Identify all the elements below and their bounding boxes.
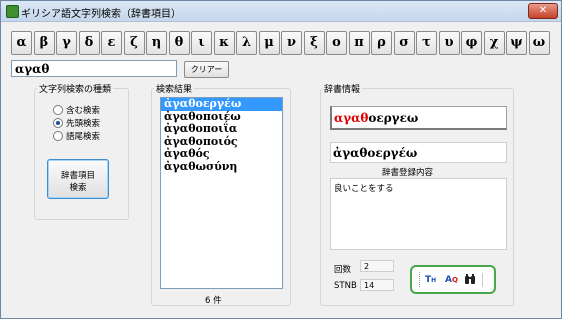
count-label: 回数 — [334, 265, 352, 275]
results-list[interactable]: ἀγαθοεργέω ἀγαθοποιέω ἀγαθοποιΐα ἀγαθοπο… — [160, 97, 283, 289]
list-item[interactable]: ἀγαθοποιΐα — [161, 122, 282, 136]
greek-key-lambda[interactable]: λ — [236, 31, 257, 55]
greek-key-pi[interactable]: π — [348, 31, 370, 55]
greek-key-tau[interactable]: τ — [416, 31, 437, 55]
close-button[interactable]: ✕ — [528, 3, 558, 19]
tool-palette: TH AQ — [410, 265, 496, 294]
greek-key-gamma[interactable]: γ — [56, 31, 77, 55]
greek-key-epsilon[interactable]: ε — [101, 31, 122, 55]
greek-key-mu[interactable]: μ — [258, 31, 280, 55]
greek-key-chi[interactable]: χ — [483, 31, 505, 55]
dictionary-label: 辞書情報 — [322, 82, 363, 95]
radio-contains-label: 含む検索 — [66, 106, 101, 116]
greek-key-alpha[interactable]: α — [11, 31, 32, 55]
title-bar: ギリシア語文字列検索（辞書項目） ✕ — [1, 1, 561, 22]
app-window: ギリシア語文字列検索（辞書項目） ✕ α β γ δ ε ζ η θ ι κ λ… — [0, 0, 562, 319]
greek-key-beta[interactable]: β — [33, 31, 55, 55]
binoculars-icon[interactable] — [464, 274, 476, 287]
window-title: ギリシア語文字列検索（辞書項目） — [21, 9, 181, 20]
search-type-label: 文字列検索の種類 — [37, 82, 114, 95]
result-count: 6 件 — [205, 296, 222, 306]
toolbar-separator — [482, 273, 484, 287]
greek-key-zeta[interactable]: ζ — [123, 31, 145, 55]
content-label: 辞書登録内容 — [382, 168, 434, 178]
greek-key-phi[interactable]: φ — [461, 31, 482, 55]
greek-keyboard: α β γ δ ε ζ η θ ι κ λ μ ν ξ ο π ρ σ τ υ … — [11, 31, 553, 57]
content-field: 良いことをする — [330, 178, 507, 250]
greek-form-text: ἀγαθοεργέω — [333, 146, 418, 160]
greek-key-upsilon[interactable]: υ — [438, 31, 460, 55]
greek-key-theta[interactable]: θ — [168, 31, 190, 55]
list-item[interactable]: ἀγαθός — [161, 147, 282, 161]
stnb-value: 14 — [360, 279, 394, 291]
clear-button[interactable]: クリアー — [184, 61, 229, 78]
th-icon[interactable]: TH — [425, 274, 436, 287]
greek-key-iota[interactable]: ι — [191, 31, 212, 55]
radio-contains-button[interactable] — [53, 105, 63, 115]
greek-key-psi[interactable]: ψ — [506, 31, 527, 55]
greek-key-xi[interactable]: ξ — [303, 31, 325, 55]
greek-key-eta[interactable]: η — [146, 31, 167, 55]
greek-key-sigma[interactable]: σ — [393, 31, 415, 55]
greek-key-kappa[interactable]: κ — [213, 31, 235, 55]
radio-suffix-label: 語尾検索 — [66, 132, 101, 142]
headword-field: αγαθοεργεω — [330, 106, 507, 130]
headword-text: αγαθοεργεω — [334, 111, 418, 125]
results-label: 検索結果 — [154, 82, 195, 95]
toolbar-grip — [419, 272, 421, 287]
search-button-line2: 検索 — [69, 183, 87, 193]
greek-form-field: ἀγαθοεργέω — [330, 142, 507, 163]
list-item[interactable]: ἀγαθοεργέω — [161, 98, 282, 111]
greek-key-rho[interactable]: ρ — [371, 31, 392, 55]
greek-key-delta[interactable]: δ — [78, 31, 100, 55]
search-button-line1: 辞書項目 — [60, 171, 95, 181]
binoculars-svg — [465, 274, 475, 284]
greek-key-omicron[interactable]: ο — [326, 31, 347, 55]
search-input[interactable]: αγαθ — [11, 60, 177, 77]
headword-match: αγαθ — [334, 111, 369, 125]
aq-icon[interactable]: AQ — [445, 274, 458, 287]
greek-key-omega[interactable]: ω — [528, 31, 550, 55]
dictionary-search-button[interactable]: 辞書項目 検索 — [47, 159, 109, 199]
count-value: 2 — [360, 260, 394, 272]
radio-prefix-label: 先頭検索 — [66, 119, 101, 129]
greek-key-nu[interactable]: ν — [281, 31, 302, 55]
content-text: 良いことをする — [334, 184, 394, 194]
stnb-label: STNB — [334, 281, 357, 291]
headword-rest: οεργεω — [368, 111, 419, 125]
list-item[interactable]: ἀγαθωσύνη — [161, 160, 282, 174]
radio-prefix-button[interactable] — [53, 118, 63, 128]
radio-suffix-button[interactable] — [53, 131, 63, 141]
app-icon — [6, 5, 19, 18]
